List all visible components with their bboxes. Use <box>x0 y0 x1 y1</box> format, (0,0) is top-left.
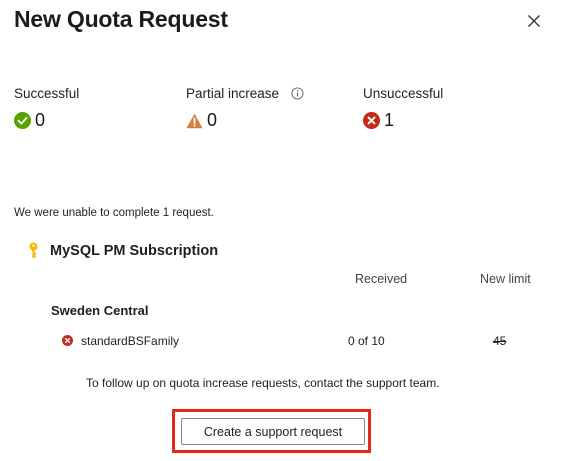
stat-partial: Partial increase 0 <box>186 86 304 131</box>
column-header-received: Received <box>355 272 408 286</box>
error-dot-icon <box>62 335 73 346</box>
success-check-icon <box>14 112 31 129</box>
stat-successful: Successful 0 <box>14 86 79 131</box>
stat-successful-label: Successful <box>14 86 80 101</box>
quota-family: standardBSFamily <box>81 334 180 348</box>
column-header-new-limit: New limit <box>480 272 531 286</box>
dialog-title: New Quota Request <box>14 6 228 32</box>
close-button[interactable] <box>522 9 546 33</box>
stat-unsuccessful-label: Unsuccessful <box>363 86 444 101</box>
table-row: standardBSFamily 0 of 10 45 <box>62 333 542 351</box>
stat-unsuccessful: Unsuccessful 1 <box>363 86 443 131</box>
result-message: We were unable to complete 1 request. <box>14 207 214 219</box>
region-name: Sweden Central <box>51 303 149 318</box>
stat-unsuccessful-count: 1 <box>384 110 395 130</box>
received-value: 0 of 10 <box>348 334 385 348</box>
key-icon <box>29 242 38 258</box>
subscription-name: MySQL PM Subscription <box>50 242 219 259</box>
warning-triangle-icon <box>186 113 203 128</box>
create-support-request-button[interactable]: Create a support request <box>181 418 365 445</box>
stat-partial-count: 0 <box>207 110 218 130</box>
info-icon[interactable] <box>291 87 304 100</box>
new-limit-value: 45 <box>493 334 507 348</box>
followup-text: To follow up on quota increase requests,… <box>86 376 440 390</box>
close-icon[interactable] <box>522 9 546 33</box>
stat-partial-label: Partial increase <box>186 86 280 101</box>
error-x-icon <box>363 112 380 129</box>
stat-successful-count: 0 <box>35 110 46 130</box>
subscription-row: MySQL PM Subscription <box>28 242 218 259</box>
